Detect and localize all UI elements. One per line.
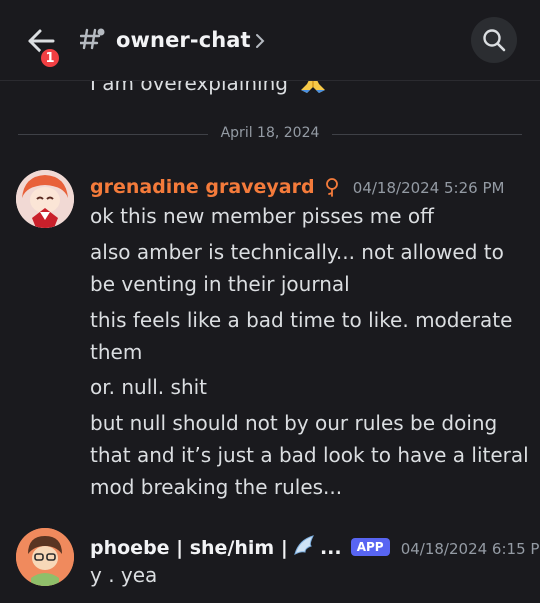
avatar-image: [16, 528, 74, 586]
wing-emoji-icon: [294, 535, 314, 555]
author-name[interactable]: phoebe | she/him |: [90, 537, 288, 559]
message-text: y . yea: [90, 563, 158, 587]
author-name-suffix: ...: [319, 537, 342, 559]
divider-line-right: [332, 134, 522, 135]
message-header: grenadine graveyard 04/18/2024 5:26 PM: [90, 176, 504, 198]
date-divider: April 18, 2024: [18, 124, 522, 144]
avatar-image: [16, 170, 74, 228]
avatar[interactable]: [16, 528, 74, 586]
flower-role-icon: [325, 178, 338, 197]
message-timestamp: 04/18/2024 5:26 PM: [352, 179, 505, 197]
channel-header: 1 owner-chat: [0, 0, 540, 81]
app-tag: APP: [350, 538, 390, 556]
message-timestamp: 04/18/2024 6:15 PM: [400, 540, 540, 558]
message-text: this feels like a bad time to like. mode…: [90, 308, 513, 364]
avatar[interactable]: [16, 170, 74, 228]
message-text: but null should not by our rules be doin…: [90, 411, 529, 499]
message-text: ok this new member pisses me off: [90, 204, 434, 228]
chevron-right-icon[interactable]: [255, 33, 265, 49]
channel-title[interactable]: owner-chat: [116, 28, 251, 52]
author-name[interactable]: grenadine graveyard: [90, 176, 315, 198]
hash-thread-icon: [80, 28, 105, 50]
search-button[interactable]: [471, 17, 517, 63]
message-header: phoebe | she/him | ... APP 04/18/2024 6:…: [90, 534, 540, 559]
unread-badge: 1: [38, 46, 62, 70]
message-text: or. null. shit: [90, 375, 208, 399]
search-icon: [483, 29, 506, 52]
divider-date: April 18, 2024: [220, 125, 320, 141]
message-text: also amber is technically... not allowed…: [90, 240, 504, 296]
